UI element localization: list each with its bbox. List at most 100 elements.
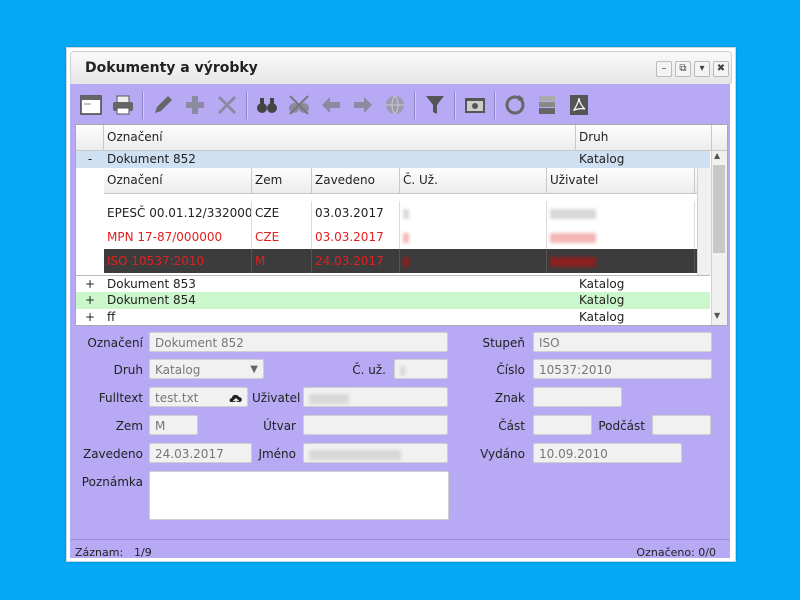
refresh-icon[interactable] xyxy=(500,90,530,120)
cell-zem: CZE xyxy=(252,201,312,225)
sub-header-zavedeno[interactable]: Zavedeno xyxy=(312,168,400,193)
poznamka-label: Poznámka xyxy=(81,475,143,489)
expand-toggle[interactable]: + xyxy=(76,309,104,325)
title-bar[interactable]: Dokumenty a výrobky – ⧉ ▾ ✖ xyxy=(70,51,732,85)
zem-field[interactable]: M xyxy=(149,415,198,435)
cell-uzivatel xyxy=(547,225,695,249)
utvar-field[interactable] xyxy=(303,415,448,435)
cislo-label: Číslo xyxy=(496,363,525,377)
cislo-field[interactable]: 10537:2010 xyxy=(533,359,712,379)
cell-c-uz xyxy=(400,225,547,249)
sub-grid: Označení Zem Zavedeno Č. Už. Uživatel EP… xyxy=(104,168,713,275)
column-header-druh[interactable]: Druh xyxy=(576,125,712,150)
arrow-right-icon[interactable] xyxy=(348,90,378,120)
cell-c-uz xyxy=(400,201,547,225)
binoculars-icon[interactable] xyxy=(252,90,282,120)
sub-header-zem[interactable]: Zem xyxy=(252,168,312,193)
stack-icon[interactable] xyxy=(532,90,562,120)
expand-toggle[interactable]: + xyxy=(76,276,104,293)
fulltext-value: test.txt xyxy=(155,391,199,405)
status-bar: Záznam: 1/9 Označeno: 0/0 xyxy=(70,539,730,559)
table-row-expanded[interactable]: - Dokument 852 Katalog xyxy=(76,151,710,168)
vydano-label: Vydáno xyxy=(480,447,525,461)
cell-c-uz xyxy=(400,249,547,273)
sub-header-oznaceni[interactable]: Označení xyxy=(104,168,252,193)
globe-icon[interactable] xyxy=(380,90,410,120)
row-druh: Katalog xyxy=(579,310,625,324)
zaznam-label: Záznam: xyxy=(75,546,124,559)
printer-icon[interactable] xyxy=(108,90,138,120)
window-title: Dokumenty a výrobky xyxy=(85,60,258,76)
cast-field[interactable] xyxy=(533,415,592,435)
chevron-down-icon: ▼ xyxy=(250,364,258,375)
oznaceni-field[interactable]: Dokument 852 xyxy=(149,332,448,352)
toolbar xyxy=(74,88,724,122)
scroll-down-icon[interactable]: ▼ xyxy=(714,311,720,320)
upload-cloud-icon[interactable] xyxy=(228,388,244,406)
toggle-column-header xyxy=(76,125,104,150)
delete-icon[interactable] xyxy=(212,90,242,120)
minimize-icon[interactable]: – xyxy=(656,61,672,77)
c-uz-field[interactable] xyxy=(394,359,448,379)
druh-select[interactable]: Katalog ▼ xyxy=(149,359,264,379)
jmeno-field[interactable] xyxy=(303,443,448,463)
fulltext-label: Fulltext xyxy=(98,391,143,405)
druh-label: Druh xyxy=(113,363,143,377)
clear-search-icon[interactable] xyxy=(284,90,314,120)
poznamka-textarea[interactable] xyxy=(149,471,449,520)
vydano-field[interactable]: 10.09.2010 xyxy=(533,443,682,463)
cell-uzivatel xyxy=(547,201,695,225)
table-row[interactable]: MPN 17-87/000000 CZE 03.03.2017 xyxy=(104,225,697,249)
pdf-icon[interactable] xyxy=(564,90,594,120)
podcast-field[interactable] xyxy=(652,415,711,435)
oznaceni-label: Označení xyxy=(87,336,143,350)
fulltext-field[interactable]: test.txt xyxy=(149,387,248,407)
popout-icon[interactable]: ⧉ xyxy=(675,61,691,77)
grid-scrollbar[interactable]: ▲ ▼ xyxy=(711,151,727,325)
cell-oznaceni: ISO 10537:2010 xyxy=(104,249,252,273)
cell-zem: M xyxy=(252,249,312,273)
table-row[interactable]: EPESČ 00.01.12/332000 CZE 03.03.2017 xyxy=(104,201,697,225)
filter-icon[interactable] xyxy=(420,90,450,120)
stupen-label: Stupeň xyxy=(482,336,525,350)
collapse-toggle[interactable]: - xyxy=(76,151,104,168)
sub-header-c-uz[interactable]: Č. Už. xyxy=(400,168,547,193)
documents-grid: Označení Druh - Dokument 852 Katalog Ozn… xyxy=(75,124,728,326)
scrollbar-thumb[interactable] xyxy=(713,165,725,253)
table-row[interactable]: + Dokument 853 Katalog xyxy=(76,275,710,293)
edit-icon[interactable] xyxy=(148,90,178,120)
dropdown-icon[interactable]: ▾ xyxy=(694,61,710,77)
uzivatel-field[interactable] xyxy=(303,387,448,407)
jmeno-label: Jméno xyxy=(258,447,296,461)
close-icon[interactable]: ✖ xyxy=(713,61,729,77)
cell-zavedeno: 03.03.2017 xyxy=(312,201,400,225)
scroll-up-icon[interactable]: ▲ xyxy=(714,151,720,160)
table-row-highlighted[interactable]: + Dokument 854 Katalog xyxy=(76,292,710,309)
documents-window: Dokumenty a výrobky – ⧉ ▾ ✖ Označení Dru… xyxy=(66,47,736,562)
sub-header-uzivatel[interactable]: Uživatel xyxy=(547,168,695,193)
znak-field[interactable] xyxy=(533,387,622,407)
new-window-icon[interactable] xyxy=(76,90,106,120)
cast-label: Část xyxy=(498,419,525,433)
cell-zavedeno: 24.03.2017 xyxy=(312,249,400,273)
zem-label: Zem xyxy=(115,419,143,433)
add-icon[interactable] xyxy=(180,90,210,120)
grid-header: Označení Druh xyxy=(76,125,727,151)
row-name: Dokument 854 xyxy=(107,293,196,307)
row-name: Dokument 853 xyxy=(107,277,196,291)
row-name: ff xyxy=(107,310,116,324)
znak-label: Znak xyxy=(494,391,525,405)
photo-icon[interactable] xyxy=(460,90,490,120)
table-row[interactable]: + ff Katalog xyxy=(76,309,710,325)
table-row-selected[interactable]: ISO 10537:2010 M 24.03.2017 xyxy=(104,249,697,273)
zavedeno-label: Zavedeno xyxy=(82,447,143,461)
zavedeno-field[interactable]: 24.03.2017 xyxy=(149,443,252,463)
window-body: Označení Druh - Dokument 852 Katalog Ozn… xyxy=(70,84,730,559)
column-header-oznaceni[interactable]: Označení xyxy=(104,125,576,150)
row-name: Dokument 852 xyxy=(107,152,196,166)
expand-toggle[interactable]: + xyxy=(76,292,104,309)
row-druh: Katalog xyxy=(579,293,625,307)
arrow-left-icon[interactable] xyxy=(316,90,346,120)
stupen-field[interactable]: ISO xyxy=(533,332,712,352)
uzivatel-label: Uživatel xyxy=(252,391,301,405)
